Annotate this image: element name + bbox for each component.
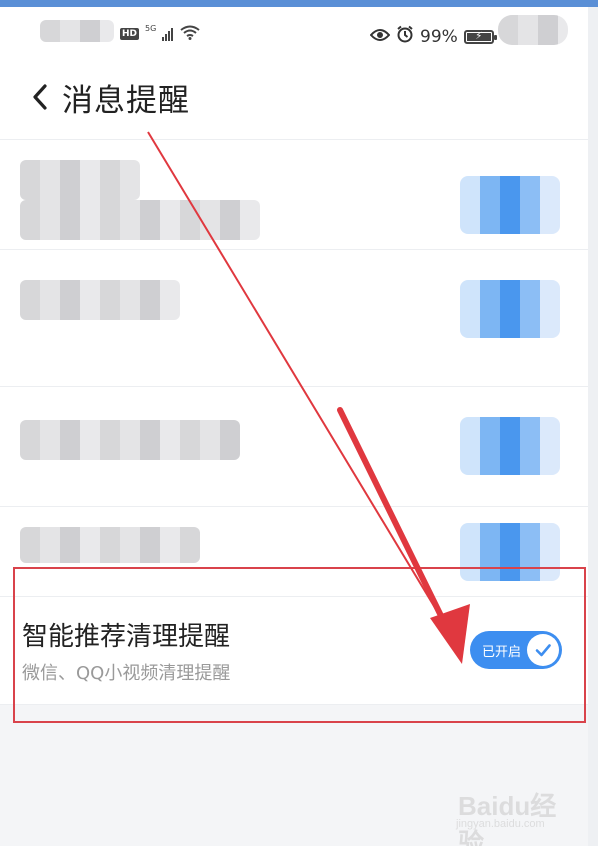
- page-header: 消息提醒: [0, 53, 588, 139]
- status-indicators-left: HD 5G: [120, 24, 201, 44]
- blurred-toggle[interactable]: [460, 176, 560, 234]
- list-item[interactable]: [0, 140, 588, 250]
- network-label: 5G: [145, 23, 157, 33]
- blurred-toggle[interactable]: [460, 280, 560, 338]
- wifi-icon: [179, 24, 201, 44]
- blurred-toggle[interactable]: [460, 417, 560, 475]
- blurred-title: [20, 420, 240, 460]
- list-item[interactable]: [0, 387, 588, 507]
- watermark-url: jingyan.baidu.com: [456, 818, 545, 830]
- eye-icon: [369, 27, 391, 47]
- status-bar: HD 5G 99% ⚡: [0, 7, 588, 53]
- blurred-title: [20, 280, 180, 320]
- baidu-watermark: Baidu经验 jingyan.baidu.com: [452, 780, 572, 846]
- status-indicators-right: 99% ⚡: [369, 25, 497, 48]
- watermark-brand: Baidu经验: [458, 791, 557, 846]
- top-accent-bar: [0, 0, 598, 7]
- blurred-title: [20, 527, 200, 563]
- list-item[interactable]: [0, 250, 588, 387]
- back-button[interactable]: [22, 77, 58, 117]
- hd-badge: HD: [120, 28, 140, 40]
- battery-icon: ⚡: [463, 29, 497, 44]
- blurred-subtitle: [20, 200, 260, 240]
- page-title: 消息提醒: [62, 83, 190, 119]
- alarm-icon: [396, 25, 414, 48]
- blurred-title: [20, 160, 140, 200]
- signal-icon: [162, 27, 174, 41]
- screen-edge: [588, 7, 598, 846]
- status-right-blur: [498, 15, 568, 45]
- status-left-blur: [40, 20, 114, 42]
- battery-percent: 99%: [420, 26, 458, 47]
- chevron-left-icon: [33, 84, 47, 110]
- annotation-highlight-frame: [13, 567, 586, 723]
